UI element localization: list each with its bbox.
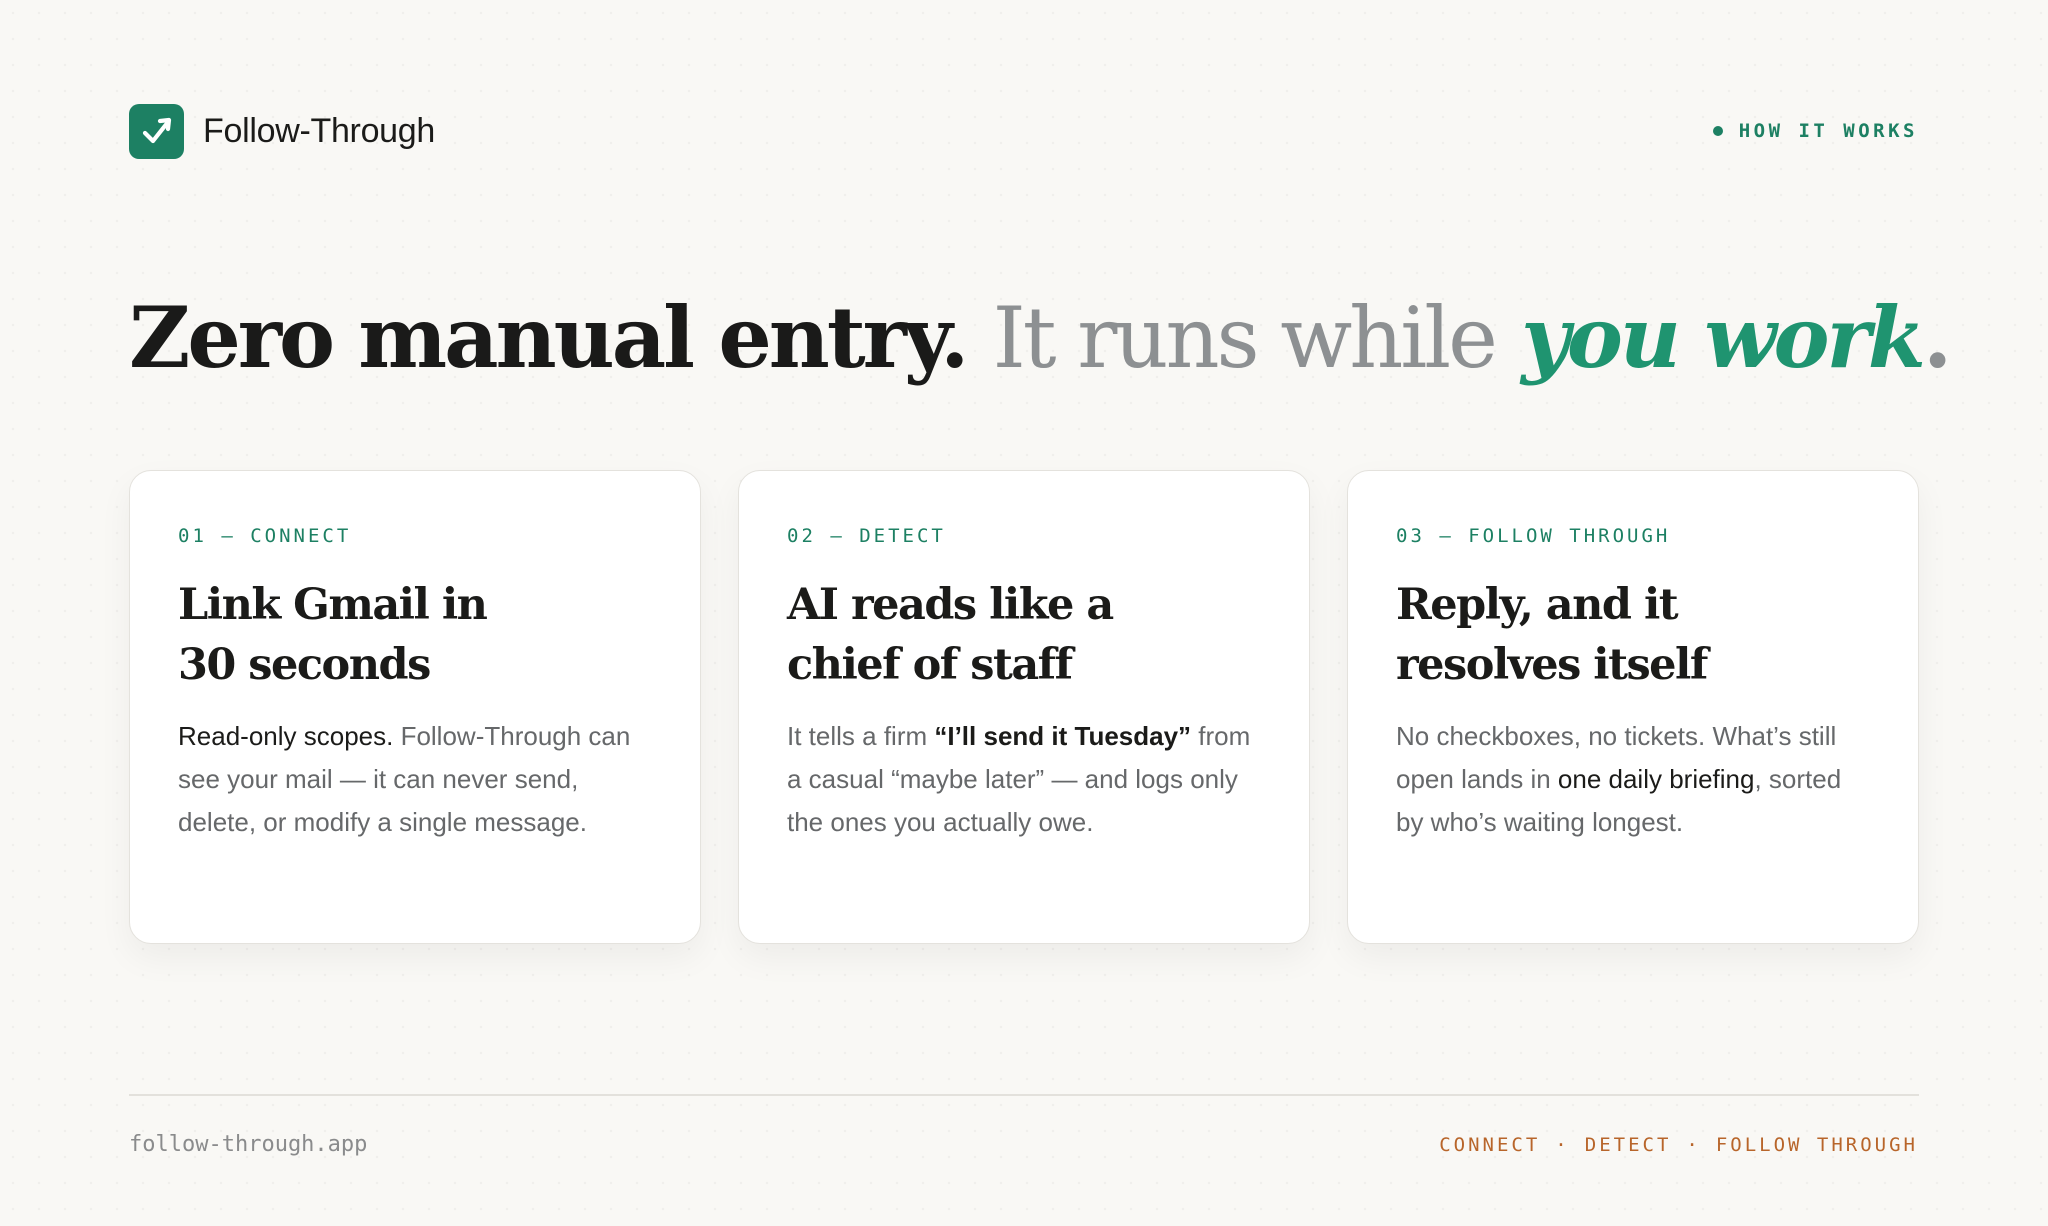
- card-body: It tells a firm “I’ll send it Tuesday” f…: [787, 715, 1261, 844]
- card-title: Reply, and it resolves itself: [1396, 575, 1870, 695]
- brand-name: Follow-Through: [203, 111, 436, 150]
- card-connect: 01 — CONNECT Link Gmail in 30 seconds Re…: [129, 470, 701, 944]
- footer-steps: CONNECT · DETECT · FOLLOW THROUGH: [1439, 1134, 1918, 1156]
- page-headline: Zero manual entry. It runs while you wor…: [129, 289, 1952, 387]
- card-title-line: Link Gmail in: [178, 580, 488, 630]
- card-body-highlight: one daily briefing: [1557, 764, 1755, 794]
- card-title: AI reads like a chief of staff: [787, 575, 1261, 695]
- card-title-line: resolves itself: [1396, 640, 1708, 690]
- card-follow-through: 03 — FOLLOW THROUGH Reply, and it resolv…: [1347, 470, 1919, 944]
- status-dot-icon: [1712, 126, 1723, 136]
- card-title-line: Reply, and it: [1396, 580, 1679, 630]
- card-body-highlight: “I’ll send it Tuesday”: [934, 721, 1192, 751]
- headline-part-1: Zero manual entry.: [129, 288, 969, 387]
- card-title-line: AI reads like a: [787, 580, 1114, 630]
- card-title-line: 30 seconds: [178, 640, 431, 690]
- footer-divider: [129, 1094, 1919, 1096]
- footer-separator: ·: [1686, 1134, 1701, 1156]
- card-body-highlight: Read-only scopes.: [178, 721, 394, 751]
- footer-separator: ·: [1555, 1134, 1570, 1156]
- section-tag: HOW IT WORKS: [1712, 120, 1918, 142]
- card-body: Read-only scopes. Follow-Through can see…: [178, 715, 652, 844]
- headline-part-2: It runs while: [992, 289, 1498, 387]
- card-body: No checkboxes, no tickets. What’s still …: [1396, 715, 1870, 844]
- brand[interactable]: Follow-Through: [129, 103, 436, 159]
- footer-step-follow-through: FOLLOW THROUGH: [1715, 1134, 1918, 1156]
- headline-part-4: .: [1923, 288, 1952, 387]
- card-step-label: 02 — DETECT: [787, 525, 946, 547]
- card-title-line: chief of staff: [787, 640, 1073, 690]
- footer-step-connect: CONNECT: [1439, 1134, 1541, 1156]
- trend-up-check-icon: [129, 103, 184, 159]
- card-detect: 02 — DETECT AI reads like a chief of sta…: [738, 470, 1310, 944]
- footer-url[interactable]: follow-through.app: [129, 1132, 367, 1157]
- card-title: Link Gmail in 30 seconds: [178, 575, 652, 695]
- footer-step-detect: DETECT: [1584, 1134, 1672, 1156]
- card-body-text: It tells a firm: [787, 721, 935, 751]
- card-step-label: 01 — CONNECT: [178, 525, 352, 547]
- header: Follow-Through HOW IT WORKS: [129, 103, 1918, 159]
- headline-part-3: you work: [1521, 288, 1926, 387]
- section-tag-label: HOW IT WORKS: [1738, 120, 1918, 142]
- steps-cards: 01 — CONNECT Link Gmail in 30 seconds Re…: [129, 470, 1919, 944]
- card-step-label: 03 — FOLLOW THROUGH: [1396, 525, 1671, 547]
